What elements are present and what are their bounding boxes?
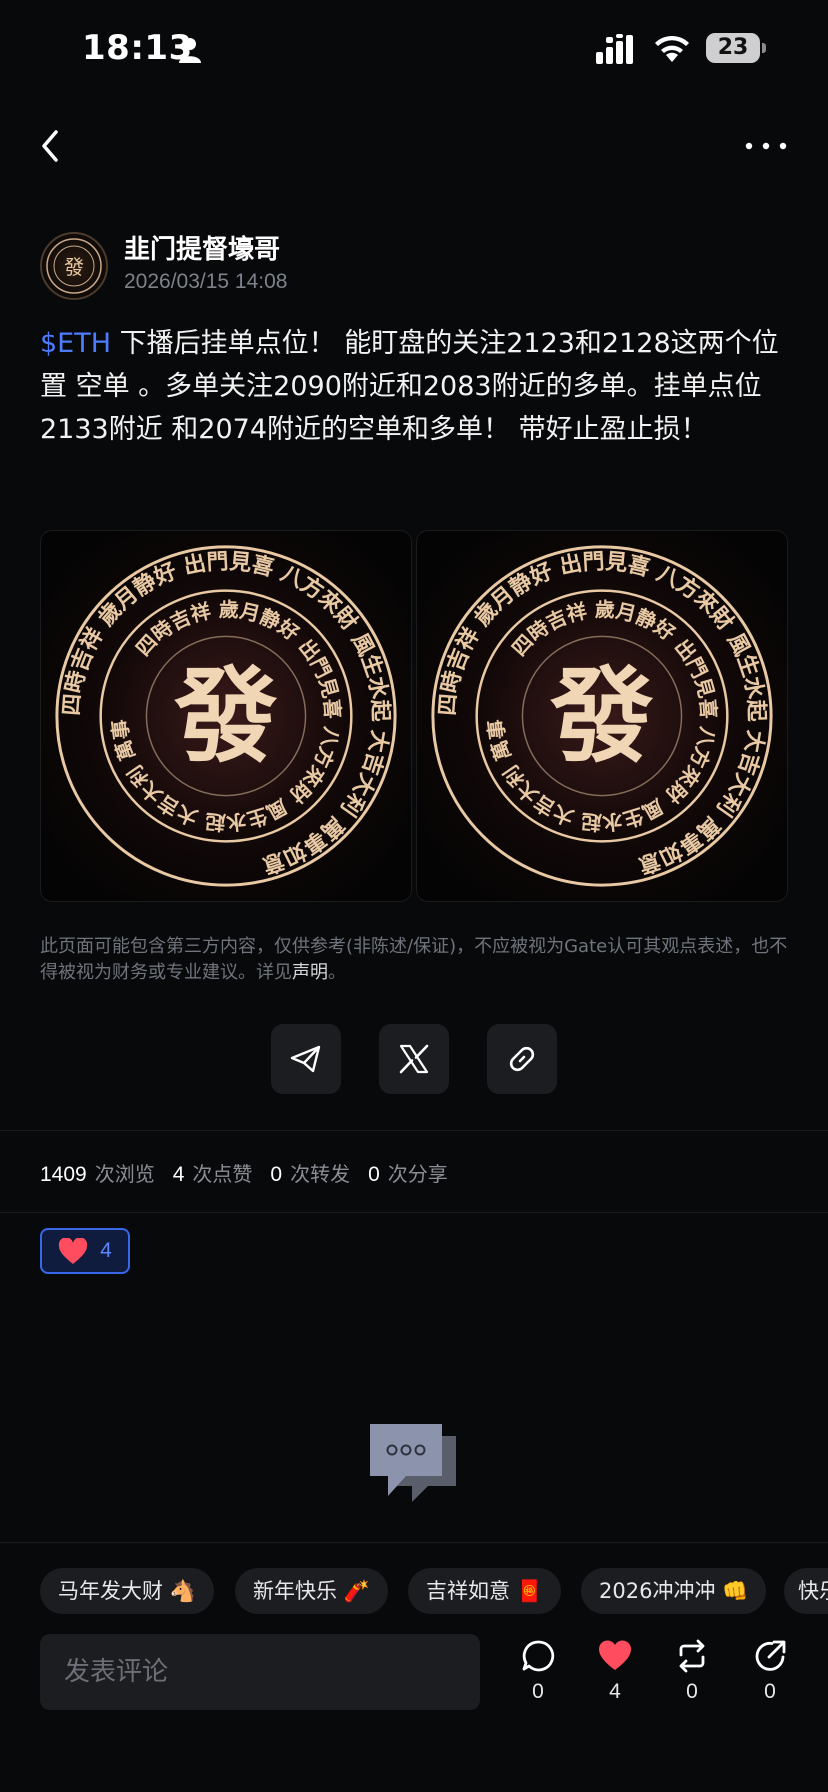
disclaimer-text: 此页面可能包含第三方内容，仅供参考(非陈述/保证)，不应被视为Gate认可其观点…	[40, 936, 788, 983]
battery-level: 23	[706, 33, 760, 63]
reposts-label: 次转发	[290, 1162, 351, 1186]
image-center-char: 發	[173, 656, 277, 777]
more-horizontal-icon[interactable]	[744, 128, 788, 164]
battery-tip	[762, 43, 766, 53]
divider	[0, 1212, 828, 1213]
link-icon	[509, 1046, 535, 1072]
repost-action[interactable]: 0	[662, 1638, 722, 1710]
post-timestamp: 2026/03/15 14:08	[124, 270, 288, 293]
avatar-emblem: 發	[46, 238, 102, 294]
share-link-button[interactable]	[487, 1024, 557, 1094]
share-x-button[interactable]	[379, 1024, 449, 1094]
share-count: 0	[764, 1680, 776, 1703]
avatar[interactable]: 發	[40, 232, 108, 300]
status-bar: 18:13 23	[0, 0, 828, 96]
repost-icon	[679, 1639, 705, 1673]
chevron-left-icon[interactable]	[34, 124, 68, 168]
status-time: 18:13	[82, 28, 193, 68]
reposts-count: 0	[270, 1163, 283, 1186]
image-center-char: 發	[549, 656, 653, 777]
x-icon	[399, 1044, 429, 1074]
fortune-seal-image: 四時吉祥 歲月静好 出門見喜 八方來財 風生水起 大吉大利 萬事如意 四時吉祥 …	[417, 531, 787, 901]
repost-count: 0	[686, 1680, 698, 1703]
like-count: 4	[609, 1680, 621, 1703]
share-action[interactable]: 0	[740, 1638, 800, 1710]
tag-chip[interactable]: 2026冲冲冲 👊	[581, 1568, 767, 1614]
heart-icon	[599, 1640, 631, 1670]
battery-icon: 23	[706, 33, 766, 63]
ticker-link[interactable]: $ETH	[40, 328, 111, 359]
tag-chip[interactable]: 吉祥如意 🧧	[408, 1568, 561, 1614]
telegram-icon	[290, 1045, 321, 1073]
person-icon	[179, 38, 201, 63]
reaction-count: 4	[100, 1239, 112, 1262]
views-count: 1409	[40, 1163, 87, 1186]
post-image-2[interactable]: 四時吉祥 歲月静好 出門見喜 八方來財 風生水起 大吉大利 萬事如意 四時吉祥 …	[416, 530, 788, 902]
fortune-seal-image: 四時吉祥 歲月静好 出門見喜 八方來財 風生水起 大吉大利 萬事如意 四時吉祥 …	[41, 531, 411, 901]
comment-icon	[522, 1640, 555, 1672]
tag-chip[interactable]: 快乐	[784, 1568, 828, 1614]
post-text: 下播后挂单点位！ 能盯盘的关注2123和2128这两个位置 空单 。多单关注20…	[40, 328, 779, 445]
shares-count: 0	[368, 1163, 380, 1186]
like-action[interactable]: 4	[585, 1638, 645, 1710]
author-name[interactable]: 韭门提督壕哥	[124, 229, 280, 266]
heart-icon	[59, 1237, 88, 1264]
likes-count: 4	[172, 1163, 185, 1186]
comment-action[interactable]: 0	[508, 1638, 568, 1710]
disclaimer: 此页面可能包含第三方内容，仅供参考(非陈述/保证)，不应被视为Gate认可其观点…	[40, 934, 790, 986]
post-body: $ETH 下播后挂单点位！ 能盯盘的关注2123和2128这两个位置 空单 。多…	[40, 322, 796, 451]
comment-count: 0	[532, 1680, 544, 1703]
post-stats: 1409 次浏览 4 次点赞 0 次转发 0 次分享	[40, 1158, 466, 1187]
views-label: 次浏览	[94, 1162, 155, 1186]
heart-reaction-chip[interactable]: 4	[40, 1228, 130, 1274]
disclaimer-suffix: 。	[328, 962, 346, 983]
signal-icon	[596, 34, 633, 64]
comment-input[interactable]: 发表评论	[40, 1634, 480, 1710]
wifi-icon	[655, 35, 689, 62]
tag-chip[interactable]: 新年快乐 🧨	[235, 1568, 388, 1614]
share-icon	[755, 1640, 786, 1671]
avatar-char: 發	[64, 255, 84, 279]
disclaimer-link[interactable]: 声明	[292, 962, 328, 983]
share-telegram-button[interactable]	[271, 1024, 341, 1094]
divider	[0, 1130, 828, 1131]
shares-label: 次分享	[387, 1162, 448, 1186]
tag-chip[interactable]: 马年发大财 🐴	[40, 1568, 214, 1614]
empty-comments-icon	[370, 1424, 456, 1502]
post-image-1[interactable]: 四時吉祥 歲月静好 出門見喜 八方來財 風生水起 大吉大利 萬事如意 四時吉祥 …	[40, 530, 412, 902]
likes-label: 次点赞	[192, 1162, 253, 1186]
